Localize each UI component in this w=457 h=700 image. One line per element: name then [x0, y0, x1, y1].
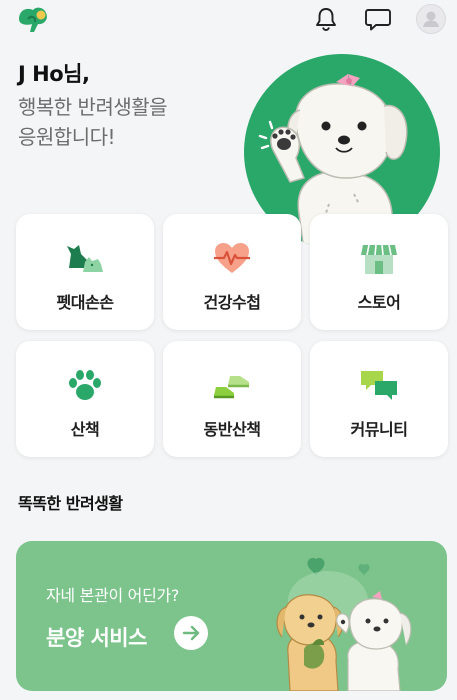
arrow-right-icon[interactable]	[174, 616, 208, 650]
top-bar	[0, 0, 457, 42]
menu-tile-health-notebook[interactable]: 건강수첩	[163, 214, 301, 330]
menu-label: 스토어	[357, 293, 401, 312]
section-title: 똑똑한 반려생활	[18, 494, 123, 513]
bell-icon[interactable]	[312, 5, 340, 33]
speech-bubbles-icon	[359, 367, 399, 403]
leaf-logo-icon[interactable]	[16, 5, 50, 35]
heart-pulse-icon	[212, 240, 252, 276]
menu-tile-store[interactable]: 스토어	[310, 214, 448, 330]
menu-tile-community[interactable]: 커뮤니티	[310, 341, 448, 457]
dogs-illustration	[276, 557, 412, 691]
menu-tile-walk-together[interactable]: 동반산책	[163, 341, 301, 457]
greeting-line-2: 응원합니다!	[18, 125, 116, 149]
chat-bubble-icon[interactable]	[364, 5, 392, 33]
greeting: J Ho님, 행복한 반려생활을 응원합니다!	[18, 58, 168, 152]
menu-tile-pet-family[interactable]: 펫대손손	[16, 214, 154, 330]
menu-label: 동반산책	[203, 420, 261, 439]
shoes-icon	[212, 367, 252, 403]
menu-label: 펫대손손	[56, 293, 114, 312]
user-name: J Ho님,	[18, 62, 90, 86]
menu-label: 산책	[70, 420, 100, 439]
adoption-service-banner[interactable]: 자네 본관이 어딘가? 분양 서비스	[16, 541, 447, 691]
paw-icon	[65, 367, 105, 403]
menu-label: 커뮤니티	[350, 420, 408, 439]
pet-family-icon	[65, 240, 105, 276]
banner-title: 분양 서비스	[46, 626, 147, 650]
greeting-line-1: 행복한 반려생활을	[18, 95, 168, 119]
menu-tile-walk[interactable]: 산책	[16, 341, 154, 457]
store-icon	[359, 240, 399, 276]
avatar[interactable]	[416, 4, 446, 34]
banner-subtitle: 자네 본관이 어딘가?	[46, 586, 180, 605]
menu-label: 건강수첩	[203, 293, 261, 312]
